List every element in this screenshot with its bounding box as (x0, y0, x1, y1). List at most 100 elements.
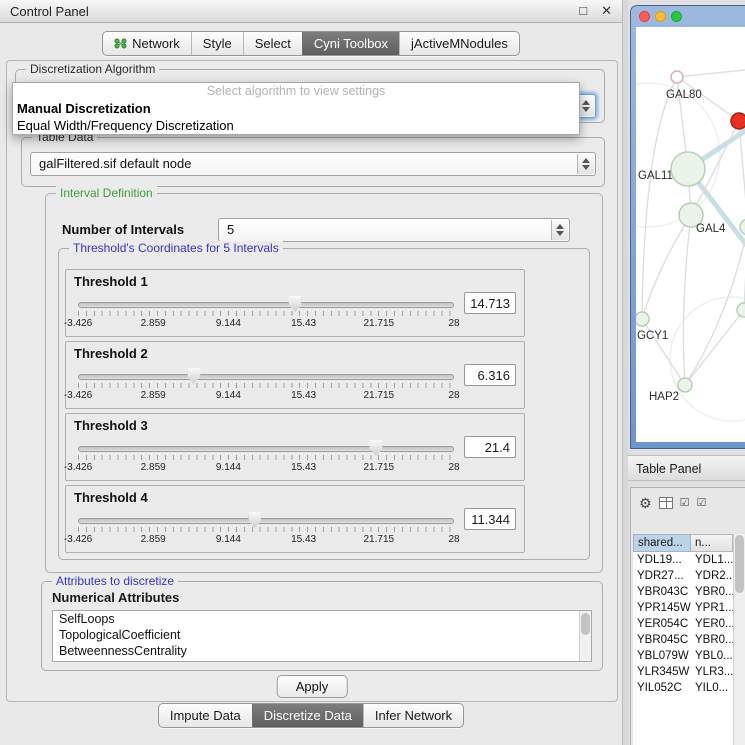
cell[interactable]: YPR145W (633, 600, 691, 616)
numerical-attributes-list[interactable]: SelfLoops TopologicalCoefficient Between… (52, 610, 592, 662)
number-of-intervals-combobox[interactable]: 5 (218, 218, 570, 242)
tab-network[interactable]: Network (103, 32, 191, 55)
cell[interactable]: YBR0... (691, 584, 733, 600)
top-tab-bar: Network Style Select Cyni Toolbox jActiv… (0, 31, 622, 56)
table-row[interactable]: YBR045CYBR0... (633, 632, 733, 648)
tab-select[interactable]: Select (243, 32, 302, 55)
cell[interactable]: YBR045C (633, 632, 691, 648)
threshold-1-slider[interactable]: -3.426 2.859 9.144 15.43 21.715 28 (76, 294, 456, 332)
table-row[interactable]: YER054CYER0... (633, 616, 733, 632)
threshold-4-value-field[interactable]: 11.344 (464, 508, 516, 530)
cell[interactable]: YLR3... (691, 664, 733, 680)
list-item[interactable]: TopologicalCoefficient (53, 627, 591, 643)
tab-jactivemnodules[interactable]: jActiveMNodules (399, 32, 519, 55)
slider-thumb[interactable] (248, 512, 261, 528)
cell[interactable]: YDR27... (633, 568, 691, 584)
scale-label: 28 (448, 318, 459, 329)
select-all-checkbox-icon[interactable]: ☑ (680, 498, 690, 509)
slider-ticks (78, 383, 454, 388)
column-header-shared-name[interactable]: shared... (633, 534, 691, 552)
cell[interactable]: YBL0... (691, 648, 733, 664)
table-panel-title: Table Panel (636, 462, 701, 476)
cell[interactable]: YDL1... (691, 552, 733, 568)
control-panel-window: Control Panel □ ✕ Network Style (0, 0, 623, 745)
node (671, 71, 683, 83)
cell[interactable]: YBR043C (633, 584, 691, 600)
column-header-name[interactable]: n... (691, 534, 733, 552)
scale-label: 15.43 (291, 462, 316, 473)
cell[interactable]: YBL079W (633, 648, 691, 664)
cell[interactable]: YPR1... (691, 600, 733, 616)
list-item[interactable]: BetweennessCentrality (53, 643, 591, 659)
zoom-traffic-light[interactable] (671, 11, 682, 22)
scale-label: 15.43 (291, 318, 316, 329)
scale-label: 15.43 (291, 534, 316, 545)
scrollbar-thumb[interactable] (735, 535, 744, 593)
network-canvas[interactable]: GAL80 GAL11 GAL4 GCY1 HAP2 (636, 27, 745, 442)
threshold-3-value-field[interactable]: 21.4 (464, 436, 516, 458)
table-row[interactable]: YDL19...YDL1... (633, 552, 733, 568)
gear-icon[interactable]: ⚙ (639, 496, 652, 510)
cell[interactable]: YER054C (633, 616, 691, 632)
tab-style[interactable]: Style (191, 32, 243, 55)
combo-stepper-icon[interactable] (551, 220, 568, 240)
tab-infer-network[interactable]: Infer Network (363, 704, 463, 727)
float-window-icon[interactable]: □ (579, 0, 587, 22)
cell[interactable]: YER0... (691, 616, 733, 632)
threshold-1-panel: Threshold 1 -3.426 2.859 9.144 15.43 21.… (65, 269, 525, 337)
tab-discretize-data[interactable]: Discretize Data (252, 704, 363, 727)
dropdown-prompt[interactable]: Select algorithm to view settings (13, 83, 579, 100)
close-traffic-light[interactable] (639, 11, 650, 22)
scale-label: 9.144 (216, 390, 241, 401)
dropdown-option-manual-discretization[interactable]: Manual Discretization (13, 100, 579, 117)
minimize-traffic-light[interactable] (655, 11, 666, 22)
table-row[interactable]: YLR345WYLR3... (633, 664, 733, 680)
slider-track[interactable] (78, 302, 454, 308)
threshold-4-slider[interactable]: -3.426 2.859 9.144 15.43 21.715 28 (76, 510, 456, 548)
slider-thumb[interactable] (289, 296, 302, 312)
table-scrollbar[interactable] (733, 534, 745, 745)
scale-label: -3.426 (64, 390, 92, 401)
table-row[interactable]: YDR27...YDR2... (633, 568, 733, 584)
scale-label: 9.144 (216, 462, 241, 473)
cell[interactable]: YIL0... (691, 680, 733, 696)
list-scrollbar[interactable] (579, 611, 591, 661)
table-row[interactable]: YBL079WYBL0... (633, 648, 733, 664)
close-icon[interactable]: ✕ (601, 0, 612, 22)
table-row[interactable]: YPR145WYPR1... (633, 600, 733, 616)
slider-thumb[interactable] (370, 440, 383, 456)
node (678, 378, 692, 392)
table-row[interactable]: YBR043CYBR0... (633, 584, 733, 600)
apply-button[interactable]: Apply (277, 675, 348, 698)
network-window-titlebar[interactable] (631, 6, 745, 27)
list-item[interactable]: SelfLoops (53, 611, 591, 627)
cell[interactable]: YBR0... (691, 632, 733, 648)
columns-icon[interactable] (659, 497, 673, 509)
cell[interactable]: YIL052C (633, 680, 691, 696)
threshold-2-slider[interactable]: -3.426 2.859 9.144 15.43 21.715 28 (76, 366, 456, 404)
slider-track[interactable] (78, 374, 454, 380)
table-row[interactable]: YIL052CYIL0... (633, 680, 733, 696)
scrollbar-thumb[interactable] (581, 613, 590, 635)
node-label: GAL4 (696, 223, 725, 235)
numerical-attributes-label: Numerical Attributes (52, 590, 179, 605)
threshold-2-label: Threshold 2 (74, 346, 148, 361)
tab-cyni-toolbox[interactable]: Cyni Toolbox (302, 32, 399, 55)
threshold-3-slider[interactable]: -3.426 2.859 9.144 15.43 21.715 28 (76, 438, 456, 476)
cell[interactable]: YDL19... (633, 552, 691, 568)
slider-scale: -3.426 2.859 9.144 15.43 21.715 28 (78, 390, 454, 402)
discretization-algorithm-group-title: Discretization Algorithm (26, 62, 159, 76)
combo-stepper-icon[interactable] (577, 154, 594, 174)
cell[interactable]: YLR345W (633, 664, 691, 680)
dropdown-option-equal-width-frequency[interactable]: Equal Width/Frequency Discretization (13, 117, 579, 134)
slider-track[interactable] (78, 446, 454, 452)
select-checkbox-icon[interactable]: ☑ (696, 498, 706, 509)
slider-scale: -3.426 2.859 9.144 15.43 21.715 28 (78, 318, 454, 330)
threshold-2-value-field[interactable]: 6.316 (464, 364, 516, 386)
threshold-1-value-field[interactable]: 14.713 (464, 292, 516, 314)
slider-track[interactable] (78, 518, 454, 524)
cell[interactable]: YDR2... (691, 568, 733, 584)
slider-thumb[interactable] (187, 368, 200, 384)
table-data-combobox[interactable]: galFiltered.sif default node (30, 152, 596, 176)
tab-impute-data[interactable]: Impute Data (159, 704, 252, 727)
